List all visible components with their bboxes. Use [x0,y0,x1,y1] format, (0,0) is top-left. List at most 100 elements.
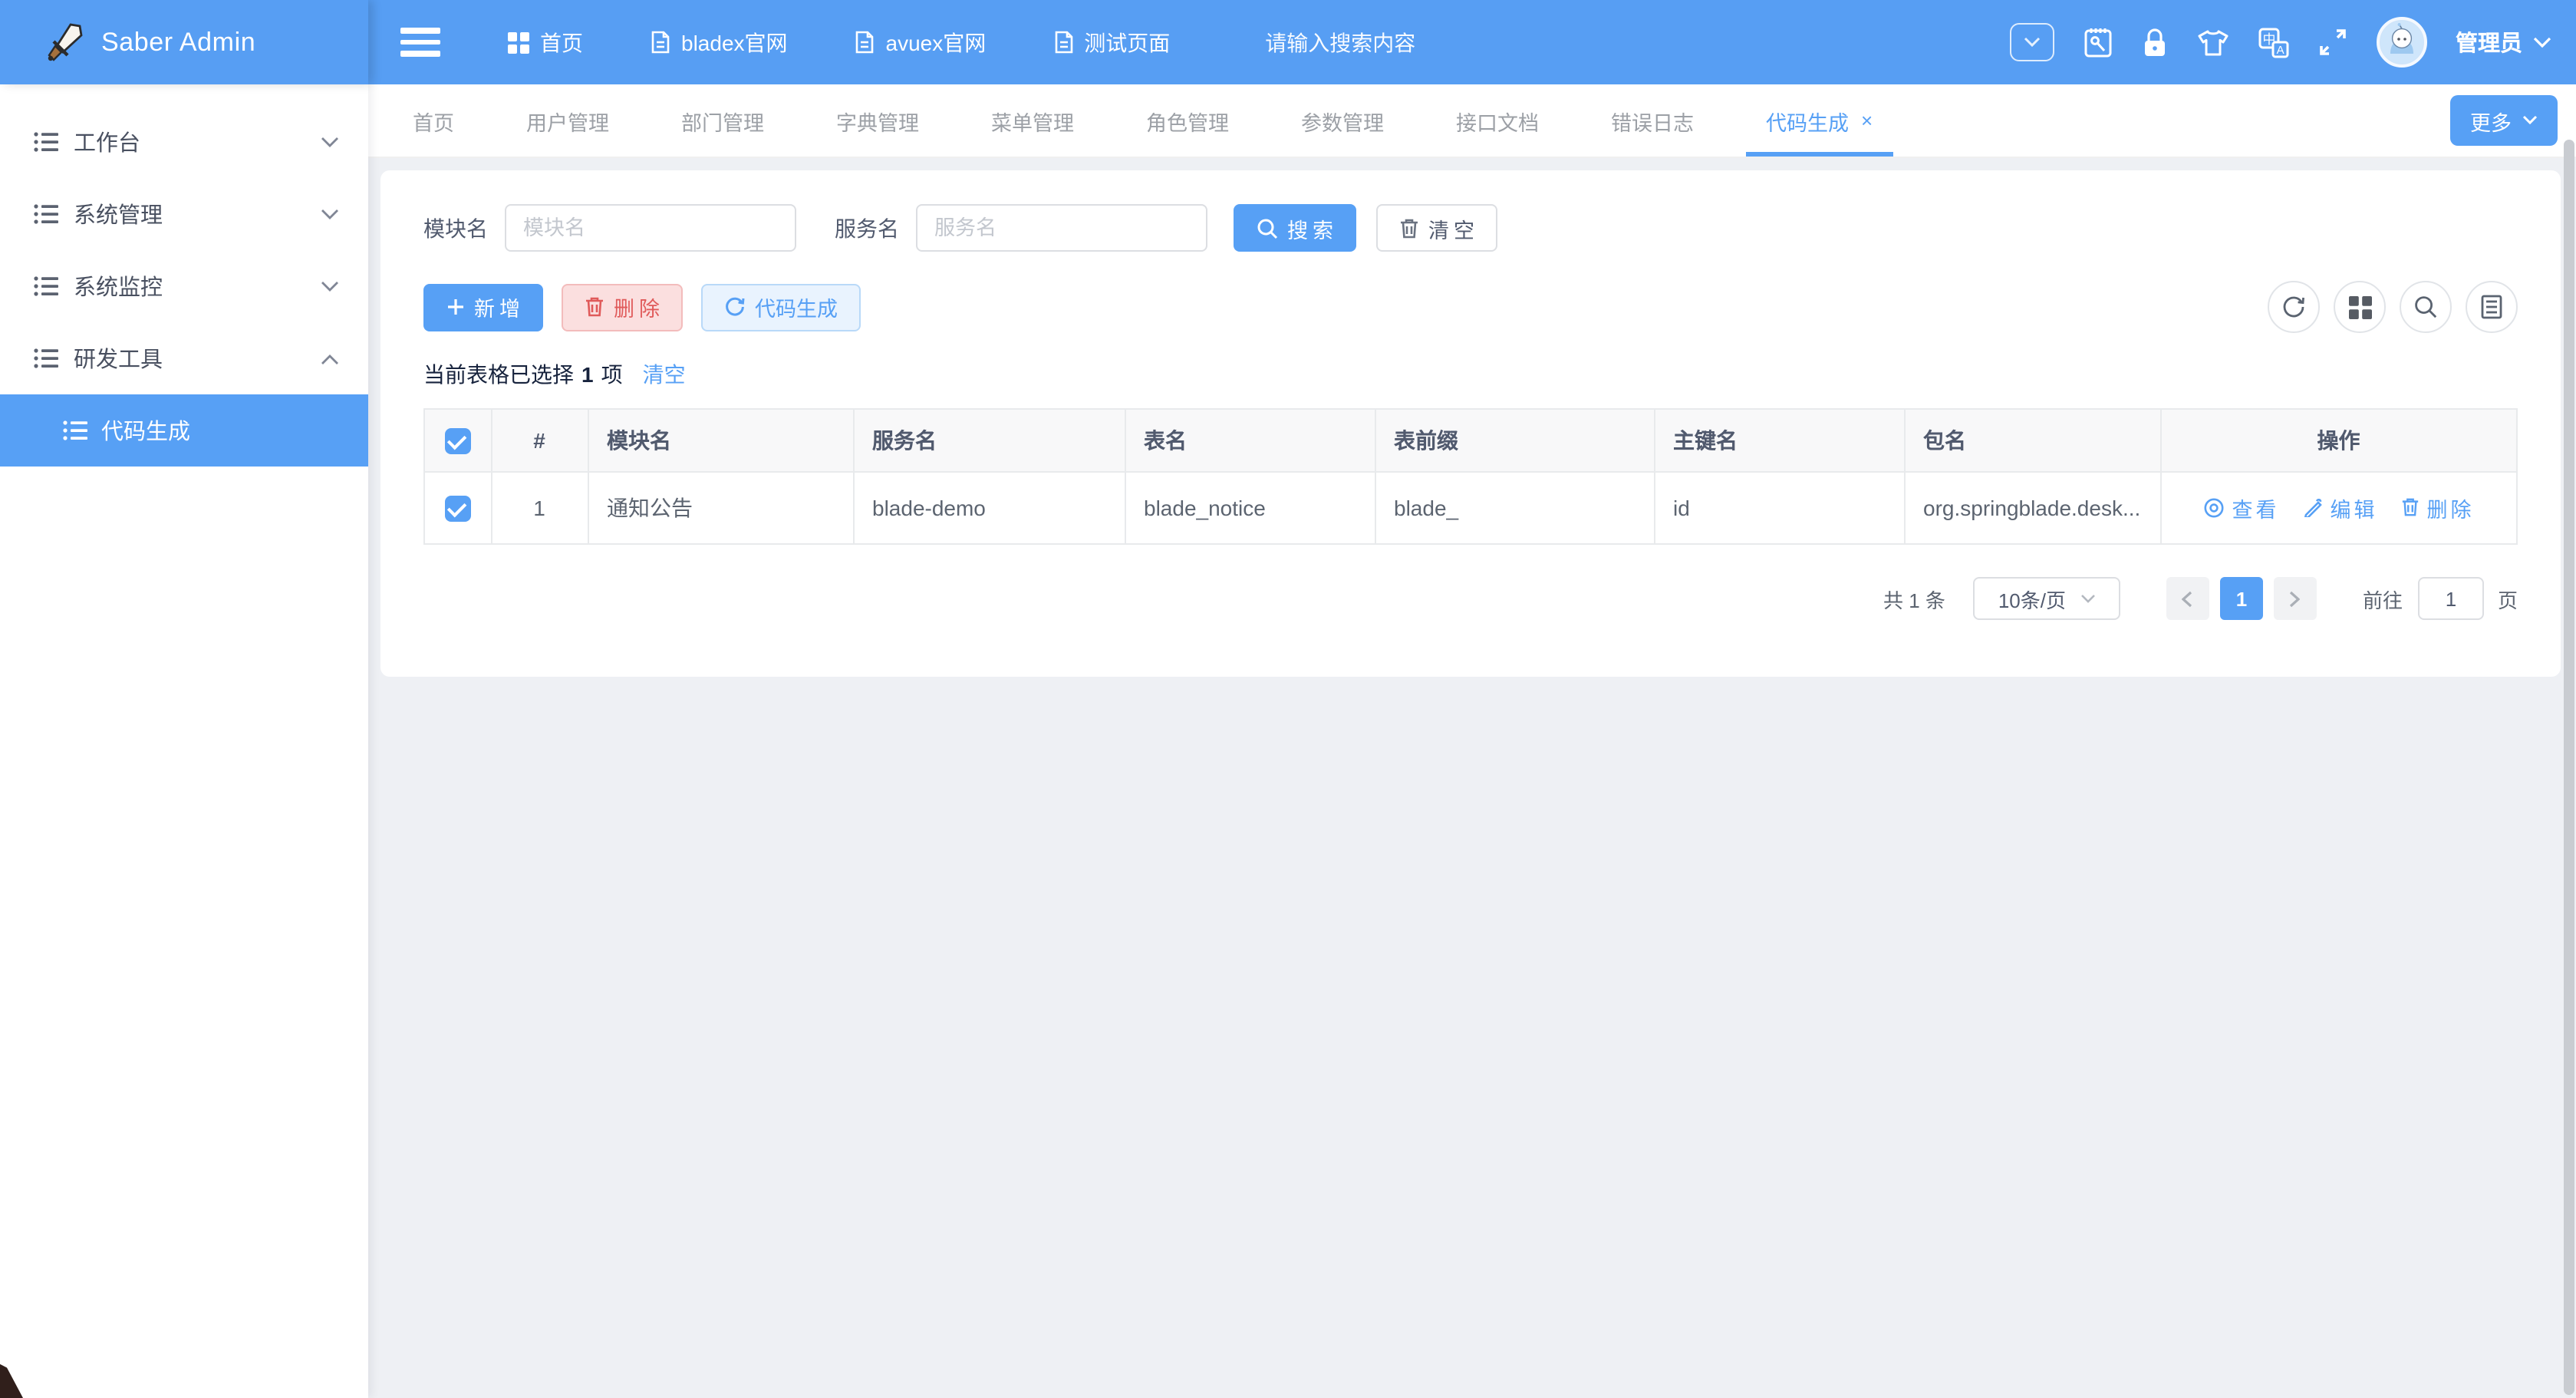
wrench-clipboard-icon[interactable] [2083,26,2112,58]
selection-suffix: 项 [601,359,623,390]
eye-icon [2203,497,2225,519]
user-avatar[interactable] [2376,17,2426,68]
more-tabs-button[interactable]: 更多 [2450,95,2558,146]
add-button-label: 新增 [474,292,525,322]
pagination-total: 共 1 条 [1883,584,1945,613]
fullscreen-icon[interactable] [2317,28,2347,57]
tab-code-generation[interactable]: 代码生成 × [1766,84,1873,157]
columns-icon[interactable] [2466,281,2518,333]
grid-view-icon[interactable] [2334,281,2386,333]
goto-page-input[interactable] [2418,577,2484,620]
global-search-input[interactable] [1265,30,1518,54]
search-icon[interactable] [2400,281,2452,333]
chevron-down-icon [2533,36,2551,48]
row-checkbox[interactable] [445,495,471,521]
app-logo: Saber Admin [0,0,368,84]
close-icon[interactable]: × [1861,110,1873,130]
selection-info: 当前表格已选择 1 项 清空 [423,359,2518,390]
page-number-1[interactable]: 1 [2220,577,2263,620]
delete-action-label: 删除 [2427,493,2475,523]
tab-home[interactable]: 首页 [413,84,454,157]
edit-action-label: 编辑 [2331,493,2378,523]
sidebar-item-system-monitor[interactable]: 系统监控 [0,250,368,322]
sidebar-item-workbench[interactable]: 工作台 [0,106,368,178]
topnav-item-avuex[interactable]: avuex官网 [855,27,987,58]
view-action[interactable]: 查看 [2203,493,2280,523]
prev-page-button[interactable] [2166,577,2209,620]
tab-dict-management[interactable]: 字典管理 [836,84,919,157]
app-window: Saber Admin 首页 bladex官网 [0,0,2576,1398]
search-button[interactable]: 搜索 [1234,204,1356,252]
user-menu[interactable]: 管理员 [2456,26,2551,58]
collapse-topbar-button[interactable] [2009,23,2054,61]
menu-list-icon [34,204,58,224]
vertical-scrollbar[interactable] [2564,140,2574,1395]
delete-button[interactable]: 删除 [562,283,683,331]
page-size-select[interactable]: 10条/页 [1973,577,2120,620]
app-title: Saber Admin [101,27,255,58]
cell-package: org.springblade.desk... [1904,471,2160,543]
cell-index: 1 [491,471,588,543]
add-button[interactable]: 新增 [423,283,543,331]
document-icon [651,31,670,54]
filter-row: 模块名 服务名 搜索 [423,204,2518,252]
sidebar-item-system-management[interactable]: 系统管理 [0,178,368,250]
pagination: 共 1 条 10条/页 1 前往 页 [423,577,2518,620]
main-content: 模块名 服务名 搜索 [368,158,2576,1398]
hamburger-menu-icon[interactable] [400,28,440,57]
chevron-down-icon [321,208,339,220]
code-generate-button[interactable]: 代码生成 [701,283,861,331]
tab-error-log[interactable]: 错误日志 [1611,84,1694,157]
tab-dept-management[interactable]: 部门管理 [681,84,764,157]
action-row: 新增 删除 [423,281,2518,333]
module-name-input[interactable] [505,204,796,252]
edit-action[interactable]: 编辑 [2303,493,2378,523]
sword-icon [46,22,86,62]
screen: Saber Admin 首页 bladex官网 [0,0,2576,1398]
topnav-label: 首页 [540,27,583,58]
sidebar-item-dev-tools[interactable]: 研发工具 [0,322,368,394]
column-header-actions: 操作 [2160,410,2516,471]
sidebar-item-label: 研发工具 [74,342,163,374]
clear-button[interactable]: 清空 [1376,204,1497,252]
delete-action[interactable]: 删除 [2401,493,2475,523]
topnav-item-home[interactable]: 首页 [508,27,583,58]
document-icon [1053,31,1073,54]
select-all-checkbox[interactable] [445,427,471,453]
refresh-icon [724,296,746,318]
tab-user-management[interactable]: 用户管理 [526,84,609,157]
topnav-item-test-page[interactable]: 测试页面 [1053,27,1170,58]
translate-icon[interactable]: 中 A [2258,27,2288,58]
pencil-icon [2303,498,2323,518]
search-icon [1257,217,1278,239]
svg-text:A: A [2276,43,2284,56]
service-name-input[interactable] [916,204,1207,252]
tab-api-docs[interactable]: 接口文档 [1456,84,1539,157]
refresh-icon[interactable] [2268,281,2320,333]
chevron-down-icon [321,280,339,292]
sidebar-subitem-label: 代码生成 [101,414,190,447]
tab-param-management[interactable]: 参数管理 [1301,84,1384,157]
menu-list-icon [63,420,87,440]
next-page-button[interactable] [2274,577,2317,620]
top-header: Saber Admin 首页 bladex官网 [0,0,2576,84]
trash-icon [585,296,604,318]
topnav-item-bladex[interactable]: bladex官网 [651,27,788,58]
topnav-label: 测试页面 [1084,27,1170,58]
lock-icon[interactable] [2141,27,2167,58]
table-row[interactable]: 1 通知公告 blade-demo blade_notice blade_ id… [425,471,2516,543]
sidebar-subitem-code-generation[interactable]: 代码生成 [0,394,368,467]
chevron-up-icon [321,352,339,364]
selection-clear-link[interactable]: 清空 [643,359,686,390]
tab-menu-management[interactable]: 菜单管理 [991,84,1074,157]
topnav-label: bladex官网 [681,27,788,58]
table-header-row: # 模块名 服务名 表名 表前缀 主键名 包名 操作 [425,410,2516,471]
selection-count: 1 [581,362,594,387]
tab-role-management[interactable]: 角色管理 [1146,84,1229,157]
theme-shirt-icon[interactable] [2196,28,2228,56]
column-header-service: 服务名 [853,410,1125,471]
topbar-right-tools: 中 A [2009,17,2551,68]
clear-button-label: 清空 [1428,213,1479,243]
table-tools [2268,281,2518,333]
plus-icon [446,298,465,316]
